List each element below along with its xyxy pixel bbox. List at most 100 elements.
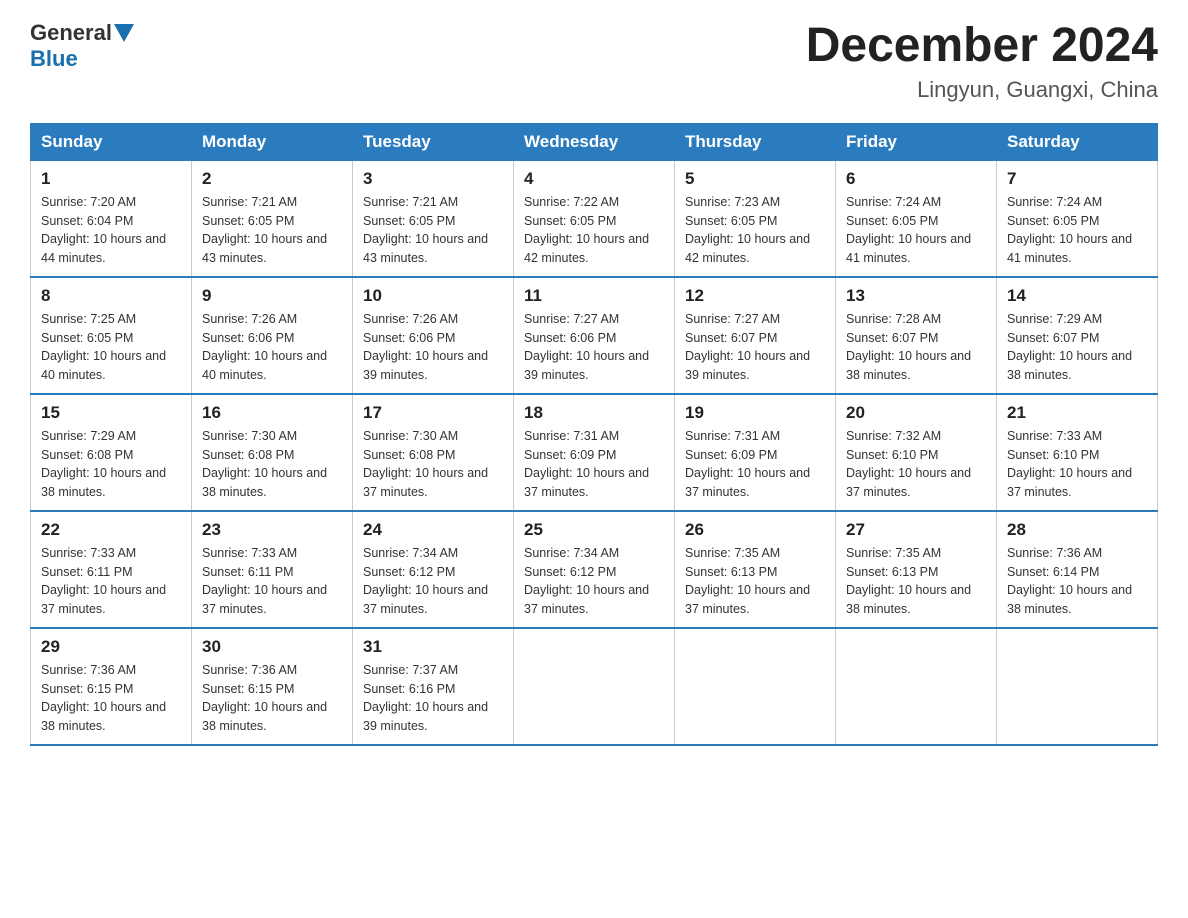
day-info: Sunrise: 7:33 AMSunset: 6:11 PMDaylight:… (202, 544, 342, 619)
day-info: Sunrise: 7:25 AMSunset: 6:05 PMDaylight:… (41, 310, 181, 385)
calendar-cell: 17 Sunrise: 7:30 AMSunset: 6:08 PMDayligh… (353, 394, 514, 511)
day-info: Sunrise: 7:20 AMSunset: 6:04 PMDaylight:… (41, 193, 181, 268)
calendar-cell: 5Sunrise: 7:23 AMSunset: 6:05 PMDaylight… (675, 160, 836, 277)
day-info: Sunrise: 7:30 AMSunset: 6:08 PMDaylight:… (363, 427, 503, 502)
calendar-cell (514, 628, 675, 745)
calendar-cell: 25 Sunrise: 7:34 AMSunset: 6:12 PMDayligh… (514, 511, 675, 628)
calendar-cell: 2Sunrise: 7:21 AMSunset: 6:05 PMDaylight… (192, 160, 353, 277)
day-number: 21 (1007, 403, 1147, 423)
day-info: Sunrise: 7:21 AMSunset: 6:05 PMDaylight:… (363, 193, 503, 268)
day-number: 14 (1007, 286, 1147, 306)
day-number: 29 (41, 637, 181, 657)
calendar-cell: 16Sunrise: 7:30 AMSunset: 6:08 PMDayligh… (192, 394, 353, 511)
day-number: 27 (846, 520, 986, 540)
calendar-cell: 8Sunrise: 7:25 AMSunset: 6:05 PMDaylight… (31, 277, 192, 394)
day-number: 1 (41, 169, 181, 189)
calendar-cell: 4 Sunrise: 7:22 AMSunset: 6:05 PMDaylight… (514, 160, 675, 277)
day-number: 25 (524, 520, 664, 540)
day-number: 12 (685, 286, 825, 306)
calendar-cell: 9Sunrise: 7:26 AMSunset: 6:06 PMDaylight… (192, 277, 353, 394)
day-info: Sunrise: 7:37 AMSunset: 6:16 PMDaylight:… (363, 661, 503, 736)
day-info: Sunrise: 7:29 AMSunset: 6:08 PMDaylight:… (41, 427, 181, 502)
calendar-cell: 1 Sunrise: 7:20 AMSunset: 6:04 PMDaylight… (31, 160, 192, 277)
day-info: Sunrise: 7:35 AMSunset: 6:13 PMDaylight:… (846, 544, 986, 619)
day-number: 18 (524, 403, 664, 423)
calendar-table: SundayMondayTuesdayWednesdayThursdayFrid… (30, 123, 1158, 746)
calendar-cell: 31 Sunrise: 7:37 AMSunset: 6:16 PMDayligh… (353, 628, 514, 745)
month-title: December 2024 (806, 20, 1158, 73)
day-number: 22 (41, 520, 181, 540)
calendar-cell: 19Sunrise: 7:31 AMSunset: 6:09 PMDayligh… (675, 394, 836, 511)
day-number: 31 (363, 637, 503, 657)
location-title: Lingyun, Guangxi, China (806, 77, 1158, 103)
day-number: 13 (846, 286, 986, 306)
header-wednesday: Wednesday (514, 123, 675, 160)
header-tuesday: Tuesday (353, 123, 514, 160)
day-number: 19 (685, 403, 825, 423)
day-info: Sunrise: 7:28 AMSunset: 6:07 PMDaylight:… (846, 310, 986, 385)
day-info: Sunrise: 7:24 AMSunset: 6:05 PMDaylight:… (846, 193, 986, 268)
day-number: 7 (1007, 169, 1147, 189)
day-info: Sunrise: 7:32 AMSunset: 6:10 PMDaylight:… (846, 427, 986, 502)
calendar-cell: 23 Sunrise: 7:33 AMSunset: 6:11 PMDayligh… (192, 511, 353, 628)
calendar-cell: 11 Sunrise: 7:27 AMSunset: 6:06 PMDayligh… (514, 277, 675, 394)
header-thursday: Thursday (675, 123, 836, 160)
calendar-cell: 26Sunrise: 7:35 AMSunset: 6:13 PMDayligh… (675, 511, 836, 628)
calendar-cell: 14 Sunrise: 7:29 AMSunset: 6:07 PMDayligh… (997, 277, 1158, 394)
day-number: 6 (846, 169, 986, 189)
day-info: Sunrise: 7:34 AMSunset: 6:12 PMDaylight:… (363, 544, 503, 619)
title-section: December 2024 Lingyun, Guangxi, China (806, 20, 1158, 103)
calendar-cell: 10 Sunrise: 7:26 AMSunset: 6:06 PMDayligh… (353, 277, 514, 394)
logo-blue: Blue (30, 46, 78, 71)
header-saturday: Saturday (997, 123, 1158, 160)
calendar-cell: 18 Sunrise: 7:31 AMSunset: 6:09 PMDayligh… (514, 394, 675, 511)
calendar-cell: 12 Sunrise: 7:27 AMSunset: 6:07 PMDayligh… (675, 277, 836, 394)
day-info: Sunrise: 7:26 AMSunset: 6:06 PMDaylight:… (202, 310, 342, 385)
day-info: Sunrise: 7:26 AMSunset: 6:06 PMDaylight:… (363, 310, 503, 385)
calendar-cell: 28Sunrise: 7:36 AMSunset: 6:14 PMDayligh… (997, 511, 1158, 628)
calendar-cell: 21 Sunrise: 7:33 AMSunset: 6:10 PMDayligh… (997, 394, 1158, 511)
logo: General Blue (30, 20, 134, 72)
day-number: 2 (202, 169, 342, 189)
calendar-cell: 30 Sunrise: 7:36 AMSunset: 6:15 PMDayligh… (192, 628, 353, 745)
calendar-header-row: SundayMondayTuesdayWednesdayThursdayFrid… (31, 123, 1158, 160)
calendar-cell: 22Sunrise: 7:33 AMSunset: 6:11 PMDayligh… (31, 511, 192, 628)
day-info: Sunrise: 7:36 AMSunset: 6:15 PMDaylight:… (41, 661, 181, 736)
day-number: 11 (524, 286, 664, 306)
week-row-1: 1 Sunrise: 7:20 AMSunset: 6:04 PMDaylight… (31, 160, 1158, 277)
day-info: Sunrise: 7:27 AMSunset: 6:06 PMDaylight:… (524, 310, 664, 385)
week-row-3: 15 Sunrise: 7:29 AMSunset: 6:08 PMDayligh… (31, 394, 1158, 511)
day-number: 4 (524, 169, 664, 189)
day-number: 17 (363, 403, 503, 423)
calendar-cell: 6 Sunrise: 7:24 AMSunset: 6:05 PMDaylight… (836, 160, 997, 277)
day-info: Sunrise: 7:27 AMSunset: 6:07 PMDaylight:… (685, 310, 825, 385)
logo-general: General (30, 20, 112, 46)
day-number: 16 (202, 403, 342, 423)
day-number: 15 (41, 403, 181, 423)
day-info: Sunrise: 7:29 AMSunset: 6:07 PMDaylight:… (1007, 310, 1147, 385)
calendar-cell (997, 628, 1158, 745)
day-info: Sunrise: 7:34 AMSunset: 6:12 PMDaylight:… (524, 544, 664, 619)
day-number: 20 (846, 403, 986, 423)
week-row-2: 8Sunrise: 7:25 AMSunset: 6:05 PMDaylight… (31, 277, 1158, 394)
header-friday: Friday (836, 123, 997, 160)
logo-triangle-icon (114, 24, 134, 44)
day-info: Sunrise: 7:31 AMSunset: 6:09 PMDaylight:… (524, 427, 664, 502)
calendar-cell: 24Sunrise: 7:34 AMSunset: 6:12 PMDayligh… (353, 511, 514, 628)
day-number: 10 (363, 286, 503, 306)
week-row-5: 29 Sunrise: 7:36 AMSunset: 6:15 PMDayligh… (31, 628, 1158, 745)
calendar-cell (836, 628, 997, 745)
day-info: Sunrise: 7:24 AMSunset: 6:05 PMDaylight:… (1007, 193, 1147, 268)
page-header: General Blue December 2024 Lingyun, Guan… (30, 20, 1158, 103)
day-info: Sunrise: 7:36 AMSunset: 6:15 PMDaylight:… (202, 661, 342, 736)
day-info: Sunrise: 7:22 AMSunset: 6:05 PMDaylight:… (524, 193, 664, 268)
day-number: 23 (202, 520, 342, 540)
week-row-4: 22 Sunrise: 7:33 AMSunset: 6:11 PMDayligh… (31, 511, 1158, 628)
day-info: Sunrise: 7:33 AMSunset: 6:10 PMDaylight:… (1007, 427, 1147, 502)
day-number: 30 (202, 637, 342, 657)
day-number: 5 (685, 169, 825, 189)
day-number: 28 (1007, 520, 1147, 540)
header-monday: Monday (192, 123, 353, 160)
header-sunday: Sunday (31, 123, 192, 160)
calendar-cell: 29 Sunrise: 7:36 AMSunset: 6:15 PMDayligh… (31, 628, 192, 745)
